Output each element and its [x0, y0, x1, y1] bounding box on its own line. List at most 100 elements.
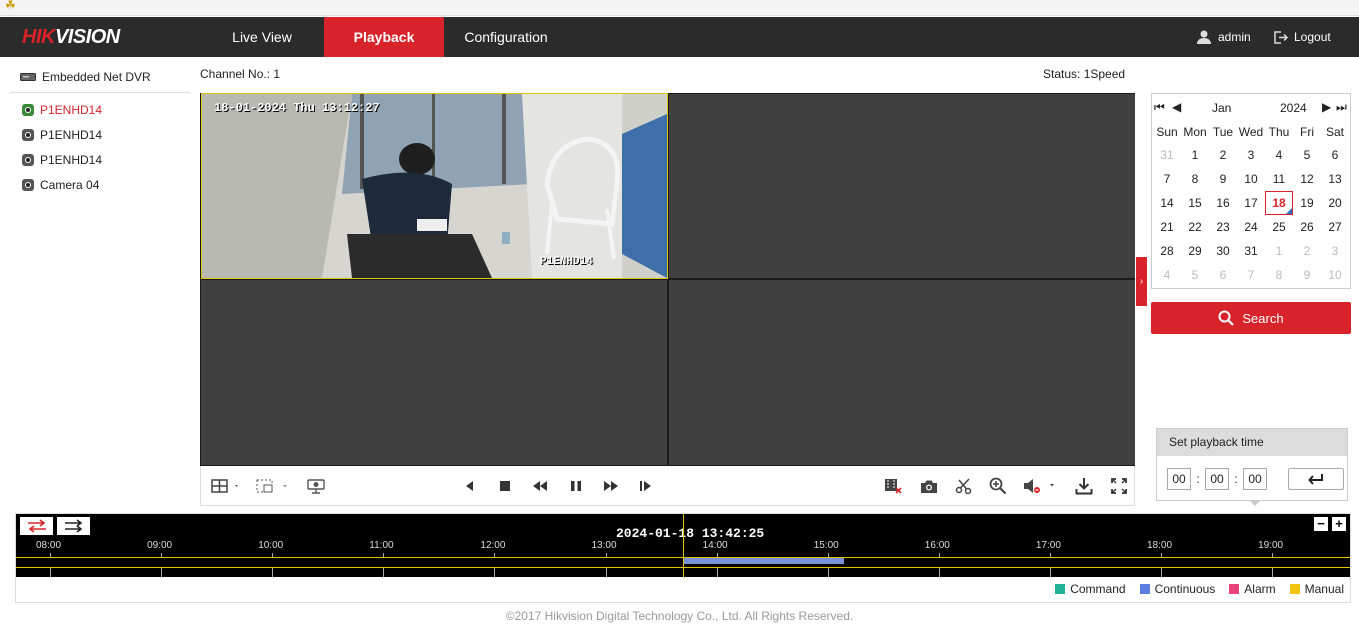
calendar-month[interactable]: Jan [1212, 101, 1231, 115]
next-month-icon[interactable]: ▶ [1322, 100, 1331, 114]
camera-item[interactable]: Camera 04 [22, 175, 99, 195]
calendar-day[interactable]: 15 [1181, 191, 1209, 215]
calendar-day[interactable]: 8 [1265, 263, 1293, 287]
tab-configuration[interactable]: Configuration [444, 17, 568, 57]
video-pane-4[interactable] [669, 280, 1135, 465]
fast-forward-button[interactable] [601, 476, 621, 496]
timeline-zoom-out-button[interactable]: − [1314, 517, 1328, 531]
recording-segment[interactable] [683, 558, 845, 564]
calendar-day[interactable]: 19 [1293, 191, 1321, 215]
calendar-day[interactable]: 4 [1153, 263, 1181, 287]
device-node[interactable]: Embedded Net DVR [20, 70, 151, 84]
calendar-day[interactable]: 6 [1209, 263, 1237, 287]
calendar-day[interactable]: 1 [1265, 239, 1293, 263]
tab-live-view[interactable]: Live View [200, 17, 324, 57]
footer-copyright: ©2017 Hikvision Digital Technology Co., … [505, 609, 854, 623]
calendar-day[interactable]: 25 [1265, 215, 1293, 239]
frame-step-button[interactable] [636, 476, 656, 496]
camera-icon [22, 154, 34, 166]
video-pane-2[interactable] [669, 94, 1135, 278]
hour-input[interactable]: 00 [1167, 468, 1191, 490]
calendar-day[interactable]: 17 [1237, 191, 1265, 215]
calendar-day[interactable]: 7 [1237, 263, 1265, 287]
camera-item[interactable]: P1ENHD14 [22, 100, 102, 120]
calendar-day[interactable]: 14 [1153, 191, 1181, 215]
calendar-day[interactable]: 12 [1293, 167, 1321, 191]
calendar-day[interactable]: 30 [1209, 239, 1237, 263]
calendar-day[interactable]: 16 [1209, 191, 1237, 215]
clip-button[interactable] [953, 476, 975, 496]
calendar-day[interactable]: 26 [1293, 215, 1321, 239]
calendar-day[interactable]: 24 [1237, 215, 1265, 239]
calendar-day[interactable]: 5 [1293, 143, 1321, 167]
download-button[interactable] [1073, 476, 1095, 496]
calendar-day[interactable]: 9 [1293, 263, 1321, 287]
calendar-day[interactable]: 8 [1181, 167, 1209, 191]
stop-button[interactable] [496, 476, 514, 496]
calendar-day[interactable]: 10 [1237, 167, 1265, 191]
window-split-button[interactable] [207, 476, 243, 496]
capture-button[interactable] [918, 476, 940, 496]
calendar-day[interactable]: 22 [1181, 215, 1209, 239]
calendar-day[interactable]: 31 [1153, 143, 1181, 167]
timeline-zoom-in-button[interactable]: + [1332, 517, 1346, 531]
minute-input[interactable]: 00 [1205, 468, 1229, 490]
video-pane-1[interactable]: 18-01-2024 Thu 13:12:27 P1ENHD14 [201, 93, 668, 279]
camera-item[interactable]: P1ENHD14 [22, 125, 102, 145]
calendar-day[interactable]: 4 [1265, 143, 1293, 167]
timeline-cursor[interactable] [683, 514, 685, 577]
calendar-day[interactable]: 20 [1321, 191, 1349, 215]
camera-item[interactable]: P1ENHD14 [22, 150, 102, 170]
calendar-day[interactable]: 11 [1265, 167, 1293, 191]
camera-icon [22, 129, 34, 141]
second-input[interactable]: 00 [1243, 468, 1267, 490]
weekday-label: Tue [1212, 125, 1234, 139]
calendar: ⏮ ◀ Jan 2024 ▶ ⏭ Sun Mon Tue Wed Thu Fri Sat 31… [1151, 93, 1351, 289]
calendar-year[interactable]: 2024 [1280, 101, 1307, 115]
calendar-day[interactable]: 2 [1293, 239, 1321, 263]
calendar-day[interactable]: 3 [1321, 239, 1349, 263]
calendar-day[interactable]: 23 [1209, 215, 1237, 239]
browser-strip: ☘ [0, 0, 1359, 16]
slow-forward-button[interactable] [530, 476, 550, 496]
prev-month-icon[interactable]: ◀ [1172, 100, 1181, 114]
audio-button[interactable] [1022, 476, 1060, 496]
calendar-week-row: 7 8 9 10 11 12 13 [1153, 167, 1351, 191]
pause-button[interactable] [566, 476, 586, 496]
fisheye-button[interactable] [305, 476, 327, 496]
tune-arrows-icon [64, 519, 82, 533]
calendar-day[interactable]: 7 [1153, 167, 1181, 191]
panel-collapse-toggle[interactable]: › [1136, 257, 1147, 306]
calendar-day[interactable]: 28 [1153, 239, 1181, 263]
prev-year-icon[interactable]: ⏮ [1154, 100, 1165, 115]
tab-playback[interactable]: Playback [324, 17, 444, 57]
timeline-sync-button[interactable] [57, 517, 90, 535]
calendar-day[interactable]: 31 [1237, 239, 1265, 263]
user-menu[interactable]: admin [1196, 17, 1251, 57]
calendar-day[interactable]: 6 [1321, 143, 1349, 167]
calendar-day[interactable]: 9 [1209, 167, 1237, 191]
calendar-day[interactable]: 10 [1321, 263, 1349, 287]
calendar-day[interactable]: 5 [1181, 263, 1209, 287]
calendar-day[interactable]: 2 [1209, 143, 1237, 167]
calendar-day[interactable]: 29 [1181, 239, 1209, 263]
calendar-day[interactable]: 1 [1181, 143, 1209, 167]
reverse-button[interactable] [460, 476, 478, 496]
logout-button[interactable]: Logout [1273, 17, 1331, 57]
stop-all-button[interactable] [255, 476, 291, 496]
calendar-day[interactable]: 18 [1265, 191, 1293, 215]
grid-layout-icon [211, 479, 238, 493]
search-button[interactable]: Search [1151, 302, 1351, 334]
video-pane-3[interactable] [201, 280, 667, 465]
calendar-week-row: 4 5 6 7 8 9 10 [1153, 263, 1351, 287]
calendar-day[interactable]: 27 [1321, 215, 1349, 239]
calendar-day[interactable]: 3 [1237, 143, 1265, 167]
event-button[interactable] [882, 476, 904, 496]
timeline-mode-button[interactable] [20, 517, 53, 535]
next-year-icon[interactable]: ⏭ [1336, 100, 1347, 115]
goto-time-button[interactable] [1288, 468, 1344, 490]
digital-zoom-button[interactable] [987, 476, 1009, 496]
calendar-day[interactable]: 13 [1321, 167, 1349, 191]
fullscreen-button[interactable] [1108, 476, 1130, 496]
calendar-day[interactable]: 21 [1153, 215, 1181, 239]
